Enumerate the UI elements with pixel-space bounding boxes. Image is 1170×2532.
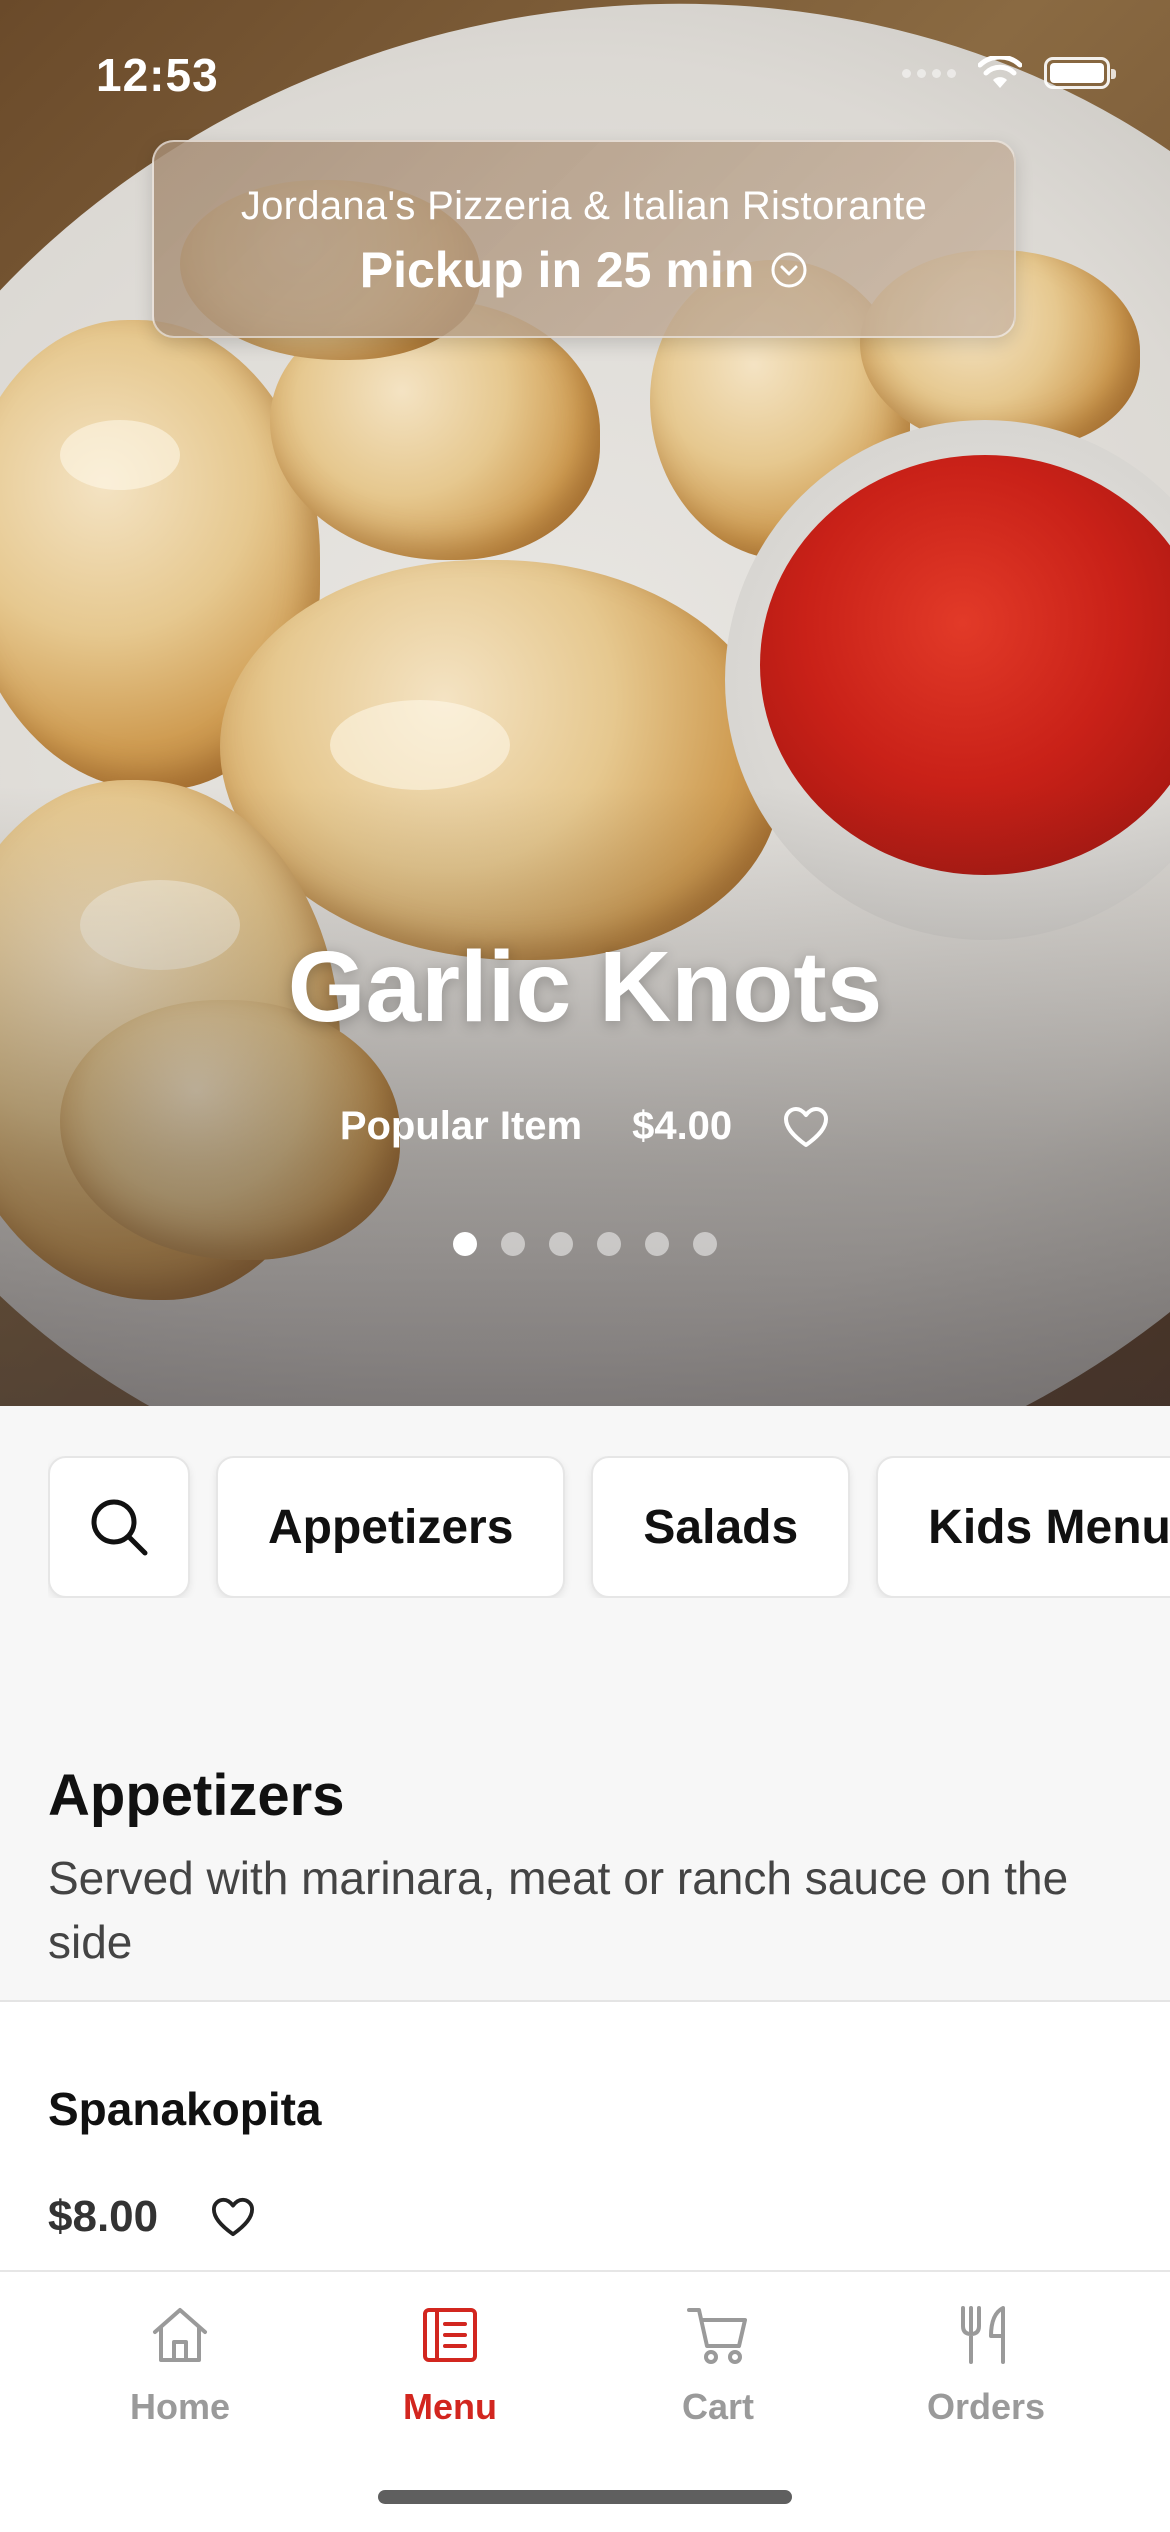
menu-item-price-row: $8.00 (48, 2192, 256, 2242)
hero-food-image (60, 420, 180, 490)
category-chips: Appetizers Salads Kids Menu (48, 1456, 1170, 1598)
status-bar: 12:53 (0, 0, 1170, 150)
featured-hero[interactable]: 12:53 Jordana's Pizzeria & Italian Risto… (0, 0, 1170, 1406)
tab-orders[interactable]: Orders (876, 2302, 1096, 2428)
search-button[interactable] (48, 1456, 190, 1598)
category-chip-salads[interactable]: Salads (591, 1456, 851, 1598)
category-chip-appetizers[interactable]: Appetizers (216, 1456, 566, 1598)
tab-home[interactable]: Home (70, 2302, 290, 2428)
tab-cart[interactable]: Cart (608, 2302, 828, 2428)
favorite-heart-icon[interactable] (210, 2196, 256, 2238)
pickup-time-label: Pickup in 25 min (359, 242, 755, 298)
menu-item-name: Spanakopita (48, 2083, 322, 2135)
popular-item-badge: Popular Item (339, 1104, 583, 1148)
tab-menu-label: Menu (403, 2386, 497, 2427)
pager-dot[interactable] (501, 1232, 525, 1256)
tab-orders-label: Orders (926, 2386, 1046, 2427)
pickup-time-row[interactable]: Pickup in 25 min (154, 241, 1014, 299)
status-icons (902, 56, 1116, 90)
search-icon (91, 1499, 148, 1556)
pager-dot[interactable] (597, 1232, 621, 1256)
featured-item-price: $4.00 (632, 1104, 733, 1148)
chevron-down-circle-icon (771, 252, 807, 288)
home-icon (153, 2308, 207, 2362)
cart-icon (687, 2308, 747, 2364)
featured-item-title: Garlic Knots (287, 931, 883, 1043)
battery-icon (1044, 57, 1116, 89)
favorite-heart-icon[interactable] (782, 1105, 830, 1149)
pager-dot[interactable] (549, 1232, 573, 1256)
pager-dot[interactable] (645, 1232, 669, 1256)
pager-dot[interactable] (693, 1232, 717, 1256)
carousel-pager[interactable] (0, 1232, 1170, 1256)
restaurant-name: Jordana's Pizzeria & Italian Ristorante (240, 184, 928, 228)
tab-home-label: Home (129, 2386, 231, 2427)
tab-menu[interactable]: Menu (340, 2302, 560, 2428)
menu-item-price: $8.00 (48, 2192, 159, 2241)
menu-icon (423, 2308, 477, 2362)
orders-icon (961, 2306, 1005, 2364)
section-description: Served with marinara, meat or ranch sauc… (48, 1852, 1069, 1968)
status-time: 12:53 (96, 49, 219, 101)
featured-item-meta: Popular Item $4.00 (0, 1104, 1170, 1149)
hero-food-image (330, 700, 510, 790)
category-chip-kids-menu[interactable]: Kids Menu (876, 1456, 1170, 1598)
home-indicator[interactable] (378, 2490, 792, 2504)
hero-gradient-overlay (0, 786, 1170, 1406)
pickup-selector[interactable]: Jordana's Pizzeria & Italian Ristorante … (152, 140, 1016, 338)
cellular-signal-icon (902, 68, 956, 78)
wifi-icon (978, 56, 1022, 88)
tab-cart-label: Cart (681, 2386, 755, 2427)
menu-item-card[interactable]: Spanakopita $8.00 (0, 2002, 1170, 2270)
pager-dot[interactable] (453, 1232, 477, 1256)
section-title: Appetizers (48, 1763, 345, 1828)
